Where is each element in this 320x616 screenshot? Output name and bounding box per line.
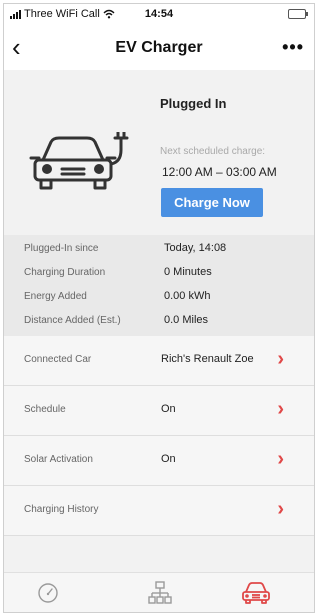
plugged-car-icon [29,132,129,190]
tab-gauge[interactable] [28,577,68,609]
stat-row: Energy Added 0.00 kWh [4,289,314,307]
chevron-right-icon: › [277,348,284,370]
next-charge-label: Next scheduled charge: [160,146,266,157]
tab-network[interactable] [140,577,180,609]
row-label: Schedule [24,404,66,415]
charging-history-row[interactable]: Charging History › [4,486,314,536]
status-bar: Three WiFi Call 14:54 [4,4,314,26]
chevron-right-icon: › [277,448,284,470]
network-icon [148,581,172,604]
stat-row: Charging Duration 0 Minutes [4,265,314,283]
stat-row: Distance Added (Est.) 0.0 Miles [4,313,314,331]
row-label: Connected Car [24,354,92,365]
page-title: EV Charger [115,39,203,56]
stat-label: Distance Added (Est.) [24,315,121,326]
stat-value: 0.00 kWh [164,290,211,302]
stat-label: Plugged-In since [24,243,99,254]
phone-screen: Three WiFi Call 14:54 ‹ EV Charger ••• P… [3,3,315,613]
more-options-icon[interactable]: ••• [282,37,304,58]
charging-stats: Plugged-In since Today, 14:08 Charging D… [4,235,314,336]
chevron-right-icon: › [277,498,284,520]
tab-bar [4,572,314,612]
battery-icon [288,9,308,19]
charger-status-panel: Plugged In Next scheduled charge: 12:00 … [4,70,314,235]
next-charge-range: 12:00 AM – 03:00 AM [162,165,277,179]
connected-car-row[interactable]: Connected Car Rich's Renault Zoe › [4,336,314,386]
chevron-right-icon: › [277,398,284,420]
gauge-icon [38,583,58,603]
schedule-row[interactable]: Schedule On › [4,386,314,436]
stat-label: Charging Duration [24,267,106,278]
stat-value: 0 Minutes [164,266,212,278]
charge-now-button[interactable]: Charge Now [161,188,263,217]
stat-value: Today, 14:08 [164,242,227,254]
solar-activation-row[interactable]: Solar Activation On › [4,436,314,486]
charger-state: Plugged In [160,96,227,111]
status-time: 14:54 [144,8,174,20]
row-label: Charging History [24,504,99,515]
row-value: On [161,403,176,415]
navigation-bar: ‹ EV Charger ••• [4,26,314,70]
row-label: Solar Activation [24,454,93,465]
row-value: On [161,453,176,465]
stat-value: 0.0 Miles [164,314,209,326]
tab-car[interactable] [236,577,276,609]
car-tab-icon [242,582,270,604]
stat-label: Energy Added [24,291,87,302]
row-value: Rich's Renault Zoe [161,353,254,365]
stat-row: Plugged-In since Today, 14:08 [4,241,314,259]
